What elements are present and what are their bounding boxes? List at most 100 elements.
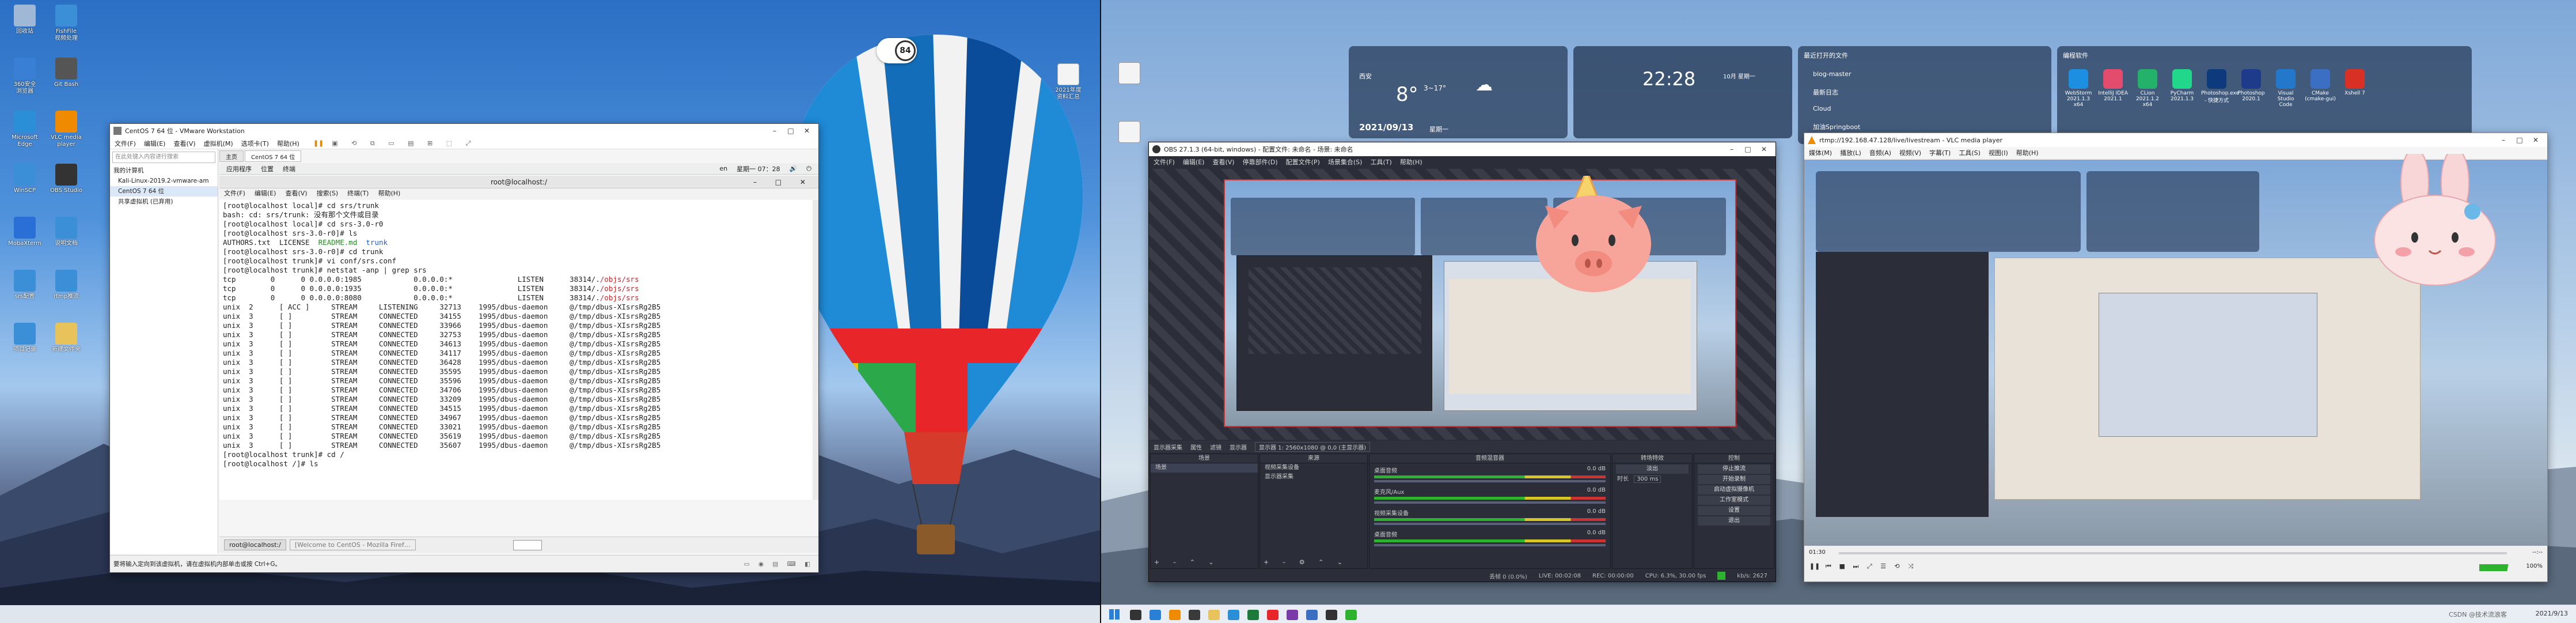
note-item[interactable]: blog-master <box>1813 70 1852 78</box>
notes-tile[interactable]: 最近打开的文件 blog-master 最新日志 Cloud 加油Springb… <box>1798 46 2051 144</box>
desktop-icon[interactable]: FishFile 视频处理 <box>46 5 86 42</box>
minimize-button[interactable]: – <box>767 124 783 138</box>
taskbar-app-icon[interactable] <box>1189 610 1200 620</box>
loop-button[interactable]: ⟲ <box>1891 562 1903 571</box>
volume-icon[interactable]: 🔊 <box>790 165 798 172</box>
start-button-icon[interactable] <box>1109 609 1120 620</box>
vlc-menu-media[interactable]: 媒体(M) <box>1809 148 1832 157</box>
vlc-menu-view[interactable]: 视图(I) <box>1989 148 2008 157</box>
desktop-icon[interactable]: rtmp推流 <box>46 270 86 300</box>
menu-vm[interactable]: 虚拟机(M) <box>204 139 233 148</box>
desktop-icon[interactable]: 360安全 浏览器 <box>5 58 45 95</box>
close-button[interactable]: ✕ <box>1756 142 1772 156</box>
obs-menu-tools[interactable]: 工具(T) <box>1370 157 1391 167</box>
term-menu-terminal[interactable]: 终端(T) <box>347 188 369 199</box>
vlc-menu-audio[interactable]: 音频(A) <box>1869 148 1891 157</box>
menu-edit[interactable]: 编辑(E) <box>144 139 166 148</box>
desktop-icon[interactable]: Git Bash <box>46 58 86 88</box>
desktop-icon[interactable]: srs配置 <box>5 270 45 300</box>
window-list-item[interactable]: [Welcome to CentOS - Mozilla Firef… <box>289 539 416 550</box>
shuffle-button[interactable]: ⤨ <box>1905 562 1917 571</box>
maximize-button[interactable]: □ <box>2511 133 2528 147</box>
terminal-window-controls[interactable]: – □ ✕ <box>753 176 814 188</box>
weather-tile[interactable]: 西安 8° 3~17° ☁ 2021/09/13 星期一 <box>1349 46 1568 138</box>
taskbar-app-icon[interactable] <box>1326 610 1337 620</box>
clock-tile[interactable]: 22:28 10月 星期一 <box>1573 46 1792 138</box>
vlc-menu-subtitle[interactable]: 字幕(T) <box>1929 148 1951 157</box>
minimize-button[interactable]: – <box>2495 133 2511 147</box>
obs-menu-view[interactable]: 查看(V) <box>1212 157 1234 167</box>
taskbar-app-icon[interactable] <box>1149 610 1161 620</box>
gnome-terminal-menu[interactable]: 终端 <box>283 164 295 173</box>
menu-help[interactable]: 帮助(H) <box>277 139 299 148</box>
tab-centos[interactable]: CentOS 7 64 位 <box>245 150 302 162</box>
terminal-scrollbar[interactable] <box>813 200 818 500</box>
taskbar-app-icon[interactable] <box>1287 610 1298 620</box>
menu-view[interactable]: 查看(V) <box>173 139 195 148</box>
desktop-icon[interactable]: WinSCP <box>5 164 45 194</box>
taskbar-app-icon[interactable] <box>1247 610 1259 620</box>
desktop-icon[interactable]: Microsoft Edge <box>5 111 45 148</box>
obs-menu-docks[interactable]: 停靠部件(D) <box>1243 157 1278 167</box>
scene-item[interactable]: 场景 <box>1151 463 1258 473</box>
vlc-window[interactable]: rtmp://192.168.47.128/live/livestream - … <box>1804 133 2548 582</box>
vlc-video[interactable] <box>1804 154 2547 546</box>
volume-slider[interactable] <box>1374 501 1606 504</box>
gnome-places-menu[interactable]: 位置 <box>261 164 274 173</box>
taskbar-app-icon[interactable] <box>1267 610 1278 620</box>
taskbar-app-icon[interactable] <box>1228 610 1239 620</box>
maximize-button[interactable]: □ <box>783 124 799 138</box>
library-item[interactable]: 我的计算机 <box>110 165 218 176</box>
note-item[interactable]: 最新日志 <box>1813 88 1838 97</box>
dashboard-app-shortcut[interactable]: CLion 2021.1.2 x64 <box>2132 69 2163 108</box>
next-button[interactable]: ⏭ <box>1850 562 1861 571</box>
dashboard-app-shortcut[interactable]: Visual Studio Code <box>2270 69 2301 108</box>
desktop-icon[interactable]: 项目记录 <box>5 323 45 353</box>
previous-button[interactable]: ⏮ <box>1823 562 1834 571</box>
volume-slider[interactable] <box>1374 480 1606 482</box>
terminal-output[interactable]: [root@localhost local]# cd srs/trunk bash… <box>219 200 813 500</box>
vmware-titlebar[interactable]: CentOS 7 64 位 - VMware Workstation – □ ✕ <box>110 124 818 138</box>
virtual-camera-button[interactable]: 启动虚拟摄像机 <box>1698 485 1770 494</box>
gnome-clock[interactable]: 星期一 07：28 <box>737 164 780 173</box>
obs-menu-file[interactable]: 文件(F) <box>1154 157 1175 167</box>
duration-input[interactable]: 300 ms <box>1634 475 1661 483</box>
vmware-window[interactable]: CentOS 7 64 位 - VMware Workstation – □ ✕… <box>109 123 819 573</box>
dashboard-app-shortcut[interactable]: IntelliJ IDEA 2021.1 <box>2097 69 2129 102</box>
toolbar-icons[interactable]: ▣ ⟲ ⧉ ▭ ▤ ⊞ ⬚ ⤢ <box>332 139 476 148</box>
note-item[interactable]: 加油Springboot <box>1813 122 1860 131</box>
taskbar-app-icon[interactable] <box>1345 610 1357 620</box>
taskbar-app-icon[interactable] <box>1130 610 1141 620</box>
pause-button[interactable]: ❚❚ <box>1809 562 1820 571</box>
source-item[interactable]: 视频采集设备 <box>1260 463 1367 473</box>
desktop-icon-right-1[interactable] <box>1109 62 1149 93</box>
obs-window[interactable]: OBS 27.1.3 (64-bit, windows) - 配置文件: 未命名… <box>1148 142 1776 582</box>
library-item[interactable]: 共享虚拟机 (已弃用) <box>110 197 218 207</box>
power-icon[interactable]: ⏻ <box>806 165 811 173</box>
obs-menu-profile[interactable]: 配置文件(P) <box>1286 157 1320 167</box>
fullscreen-button[interactable]: ⤢ <box>1864 562 1875 571</box>
filters-button[interactable]: 滤镜 <box>1210 443 1221 451</box>
term-menu-file[interactable]: 文件(F) <box>224 188 245 199</box>
tab-home[interactable]: 主页 <box>219 150 244 162</box>
term-menu-edit[interactable]: 编辑(E) <box>255 188 276 199</box>
obs-menu-help[interactable]: 帮助(H) <box>1400 157 1422 167</box>
taskbar-app-icon[interactable] <box>1208 610 1220 620</box>
term-menu-view[interactable]: 查看(V) <box>285 188 307 199</box>
device-icons[interactable]: ▭ ◉ ▤ ⌨ ◧ <box>744 556 814 572</box>
window-list-item[interactable]: root@localhost:/ <box>224 539 286 550</box>
volume-slider[interactable] <box>1374 544 1606 546</box>
display-select[interactable]: 显示器 1: 2560x1080 @ 0,0 (主显示器) <box>1255 441 1371 452</box>
playlist-button[interactable]: ☰ <box>1877 562 1889 571</box>
source-controls[interactable]: + – ⚙ ⌃ ⌄ <box>1264 558 1348 566</box>
exit-button[interactable]: 退出 <box>1698 516 1770 526</box>
start-recording-button[interactable]: 开始录制 <box>1698 475 1770 484</box>
stop-button[interactable]: ■ <box>1837 562 1848 571</box>
float-badge[interactable]: 84 <box>877 38 917 63</box>
vlc-menu-video[interactable]: 视频(V) <box>1899 148 1921 157</box>
desktop-icon-archive[interactable]: 2021年度 资料汇总 <box>1048 63 1088 101</box>
dashboard-app-shortcut[interactable]: Photoshop.exe - 快捷方式 <box>2201 69 2239 104</box>
desktop-icon[interactable]: MobaXterm <box>5 217 45 247</box>
properties-button[interactable]: 属性 <box>1190 443 1202 451</box>
stop-streaming-button[interactable]: 停止推流 <box>1698 465 1770 474</box>
